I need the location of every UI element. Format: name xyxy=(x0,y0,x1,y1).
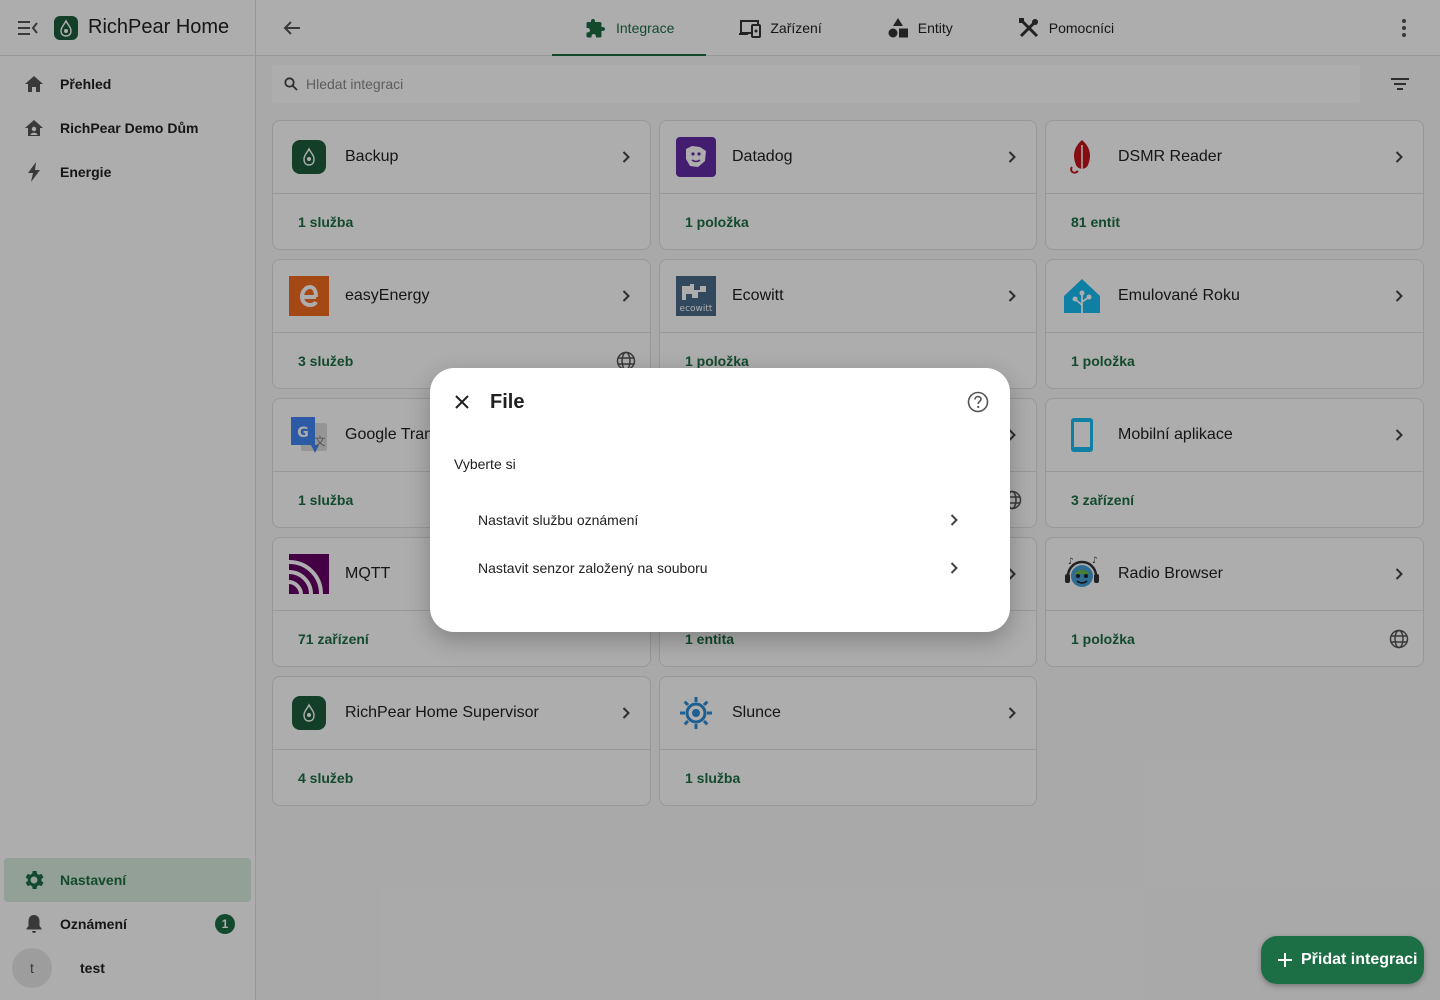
chevron-right-icon xyxy=(942,556,966,580)
option-label: Nastavit službu oznámení xyxy=(478,512,639,528)
file-dialog: File Vyberte si Nastavit službu oznámení… xyxy=(430,368,1010,632)
plus-icon xyxy=(1273,948,1297,972)
option-file-sensor[interactable]: Nastavit senzor založený na souboru xyxy=(454,544,986,592)
option-label: Nastavit senzor založený na souboru xyxy=(478,560,708,576)
add-integration-button[interactable]: Přidat integraci xyxy=(1261,936,1424,984)
help-circle-icon[interactable] xyxy=(966,390,990,414)
close-icon[interactable] xyxy=(450,390,474,414)
add-integration-label: Přidat integraci xyxy=(1301,951,1418,968)
dialog-title: File xyxy=(490,391,525,413)
chevron-right-icon xyxy=(942,508,966,532)
dialog-subtitle: Vyberte si xyxy=(454,456,516,472)
option-notify-service[interactable]: Nastavit službu oznámení xyxy=(454,496,986,544)
